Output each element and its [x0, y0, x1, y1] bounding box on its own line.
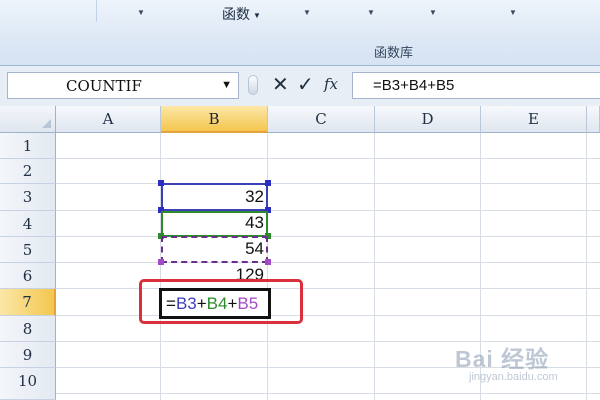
cell-b7-editing[interactable]: =B3+B4+B5	[159, 288, 271, 319]
reference-range-b4[interactable]	[161, 211, 268, 237]
watermark-sub: jingyan.baidu.com	[469, 371, 558, 383]
watermark-main: Bai 经验	[455, 346, 550, 372]
gridline	[56, 393, 600, 394]
splitter-handle[interactable]	[248, 75, 258, 95]
enter-formula-button[interactable]: ✓	[297, 72, 314, 97]
gridline	[374, 133, 375, 400]
name-box[interactable]: COUNTIF ▼	[7, 72, 239, 99]
column-header-d[interactable]: D	[375, 106, 481, 133]
formula-text: =B3+B4+B5	[373, 77, 455, 94]
select-all-icon	[42, 119, 51, 128]
cell-b7-formula: =B3+B4+B5	[166, 294, 258, 314]
gridline	[56, 288, 600, 289]
range-resize-handle[interactable]	[265, 259, 271, 265]
column-header-e[interactable]: E	[481, 106, 587, 133]
column-header-c[interactable]: C	[268, 106, 375, 133]
ribbon-dropdown-arrow[interactable]: ▼	[366, 8, 376, 17]
row-header-7[interactable]: 7	[0, 289, 56, 316]
ribbon-group-label: 函数库	[374, 45, 414, 60]
column-header-overflow[interactable]	[587, 106, 600, 133]
formula-plus: +	[227, 294, 238, 313]
column-header-b[interactable]: B	[161, 106, 268, 133]
formula-ref-b5: B5	[237, 294, 259, 313]
name-box-value: COUNTIF	[66, 77, 142, 95]
gridline	[56, 183, 600, 184]
insert-function-button[interactable]: fx	[324, 75, 338, 93]
text-cursor	[269, 295, 270, 314]
row-header-4[interactable]: 4	[0, 211, 56, 237]
column-header-a[interactable]: A	[56, 106, 161, 133]
ribbon-formulas: ▼ 函数 ▼ ▼ ▼ ▼ ▼ 函数库	[0, 0, 600, 66]
gridline	[56, 315, 600, 316]
ribbon-dropdown-arrow[interactable]: ▼	[136, 8, 146, 17]
range-resize-handle[interactable]	[265, 180, 271, 186]
ribbon-separator	[96, 0, 97, 22]
function-menu-label: 函数	[222, 6, 250, 22]
reference-range-b5[interactable]	[161, 236, 268, 263]
function-menu-button[interactable]: 函数 ▼	[222, 4, 261, 24]
formula-equals: =	[166, 294, 176, 313]
cancel-formula-button[interactable]: ✕	[272, 72, 289, 97]
chevron-down-icon: ▼	[253, 10, 261, 20]
row-header-2[interactable]: 2	[0, 159, 56, 184]
range-resize-handle[interactable]	[158, 180, 164, 186]
row-header-10[interactable]: 10	[0, 368, 56, 400]
formula-bar: COUNTIF ▼ ✕ ✓ fx =B3+B4+B5	[0, 66, 600, 106]
ribbon-dropdown-arrow[interactable]: ▼	[508, 8, 518, 17]
row-header-5[interactable]: 5	[0, 237, 56, 263]
row-header-6[interactable]: 6	[0, 263, 56, 289]
select-all-corner[interactable]	[0, 106, 56, 133]
gridline	[267, 133, 268, 400]
spreadsheet-app: ▼ 函数 ▼ ▼ ▼ ▼ ▼ 函数库 COUNTIF ▼ ✕ ✓ fx =B3+B…	[0, 0, 600, 400]
formula-tools: ✕ ✓ fx	[242, 72, 352, 99]
ribbon-dropdown-arrow[interactable]: ▼	[302, 8, 312, 17]
reference-range-b3[interactable]	[161, 183, 268, 211]
formula-ref-b4: B4	[206, 294, 228, 313]
range-resize-handle[interactable]	[158, 259, 164, 265]
baidu-jingyan-watermark: Bai 经验 jingyan.baidu.com	[455, 340, 595, 390]
row-header-9[interactable]: 9	[0, 342, 56, 368]
formula-plus: +	[196, 294, 207, 313]
gridline	[56, 210, 600, 211]
formula-ref-b3: B3	[175, 294, 197, 313]
gridline	[56, 158, 600, 159]
formula-input[interactable]: =B3+B4+B5	[352, 72, 600, 99]
row-header-8[interactable]: 8	[0, 316, 56, 342]
gridline	[56, 262, 600, 263]
row-header-3[interactable]: 3	[0, 184, 56, 211]
gridline	[56, 236, 600, 237]
ribbon-dropdown-arrow[interactable]: ▼	[428, 8, 438, 17]
row-header-1[interactable]: 1	[0, 133, 56, 159]
chevron-down-icon[interactable]: ▼	[221, 79, 232, 91]
